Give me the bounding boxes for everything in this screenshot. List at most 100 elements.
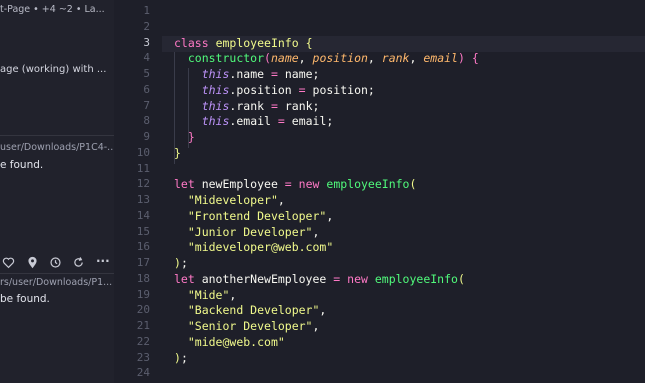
code-token: , [319, 303, 327, 318]
code-token: employeeInfo [374, 271, 458, 286]
code-line[interactable]: "mideveloper@web.com" [174, 239, 333, 255]
code-token: new [298, 177, 320, 192]
code-token: , [277, 193, 285, 207]
code-line[interactable]: this.position = position; [174, 82, 375, 98]
refresh-icon[interactable] [72, 256, 85, 269]
heart-icon[interactable] [2, 256, 15, 269]
code-token: ; [180, 350, 188, 365]
code-line[interactable]: "Frontend Developer", [174, 208, 333, 224]
code-token: = [277, 114, 285, 129]
code-token: email [423, 51, 458, 66]
code-token: , [409, 51, 424, 66]
line-number: 14 [136, 208, 150, 222]
code-token: rank [236, 98, 265, 113]
code-token: this [201, 114, 230, 129]
line-number: 15 [136, 224, 150, 238]
code-line[interactable]: } [174, 129, 195, 145]
code-line[interactable]: this.rank = rank; [174, 98, 320, 114]
line-number: 9 [143, 130, 150, 143]
branch-status-text[interactable]: t-Page • +4 ~2 • La... [0, 4, 105, 15]
code-line[interactable]: let newEmployee = new employeeInfo( [174, 176, 416, 192]
code-token: "Mide" [187, 287, 230, 302]
line-number: 24 [136, 366, 150, 380]
code-token: position [312, 51, 368, 66]
sidebar-toolbar: ··· [0, 254, 114, 272]
line-number: 6 [143, 82, 150, 96]
code-token: email; [284, 114, 334, 129]
code-line[interactable]: let anotherNewEmployee = new employeeInf… [174, 271, 465, 287]
code-token: this [201, 98, 230, 113]
code-line[interactable]: ); [174, 350, 188, 366]
line-number: 17 [136, 256, 150, 269]
code-line[interactable]: "Mideveloper", [174, 192, 285, 208]
code-line[interactable]: class employeeInfo { [174, 35, 313, 51]
line-number: 19 [136, 287, 150, 301]
code-token: this [201, 67, 230, 81]
code-line[interactable]: "Mide", [174, 287, 236, 303]
code-token: anotherNewEmployee [194, 271, 334, 286]
code-token: ; [180, 256, 188, 270]
result-path[interactable]: user/Downloads/P1C4-... [0, 142, 114, 153]
commit-message-item[interactable]: age (working) with ... [0, 64, 106, 75]
code-line[interactable]: "mide@web.com" [174, 334, 285, 350]
code-token: let [174, 177, 195, 192]
code-token: newEmployee [194, 177, 285, 192]
code-token: new [347, 271, 368, 286]
code-token: class [174, 35, 209, 50]
more-icon[interactable]: ··· [96, 254, 110, 268]
code-token: "Mideveloper" [187, 193, 278, 207]
code-token: , [367, 51, 382, 66]
history-icon[interactable] [49, 256, 62, 269]
result-message: be found. [0, 293, 50, 305]
code-editor[interactable]: class employeeInfo { constructor(name, p… [162, 0, 645, 383]
code-token: ( [457, 271, 465, 286]
code-token: , [312, 224, 320, 239]
code-token: rank; [277, 98, 320, 113]
code-token: { [471, 51, 479, 66]
line-number: 4 [143, 51, 150, 65]
code-line[interactable]: ); [174, 255, 188, 271]
code-token: employeeInfo [326, 177, 410, 192]
code-token: } [174, 145, 181, 160]
location-pin-icon[interactable] [26, 256, 39, 269]
code-token: , [229, 287, 237, 302]
code-line[interactable]: this.name = name; [174, 66, 320, 82]
divider [0, 273, 114, 274]
code-token: "Senior Developer" [187, 319, 313, 333]
result-message: e found. [0, 159, 44, 171]
code-line[interactable]: "Backend Developer", [174, 302, 327, 318]
line-number: 8 [143, 114, 150, 128]
line-number: 5 [143, 67, 150, 80]
code-token: "Junior Developer" [187, 224, 313, 239]
code-line[interactable]: this.email = email; [174, 113, 334, 129]
line-number: 20 [136, 303, 150, 317]
result-path[interactable]: rs/user/Downloads/P1... [0, 277, 112, 288]
code-token: , [312, 319, 320, 333]
line-number: 3 [143, 35, 150, 49]
code-token: employeeInfo [215, 35, 299, 50]
line-number: 1 [143, 4, 150, 17]
line-number: 7 [143, 98, 150, 112]
code-line[interactable]: } [174, 145, 181, 161]
code-line[interactable]: "Junior Developer", [174, 224, 320, 240]
code-token: = [270, 67, 278, 81]
code-token: = [270, 98, 278, 113]
code-line[interactable]: "Senior Developer", [174, 318, 320, 334]
line-number: 10 [136, 145, 150, 159]
code-line[interactable]: constructor(name, position, rank, email)… [174, 50, 479, 66]
code-token: ) [174, 256, 181, 270]
